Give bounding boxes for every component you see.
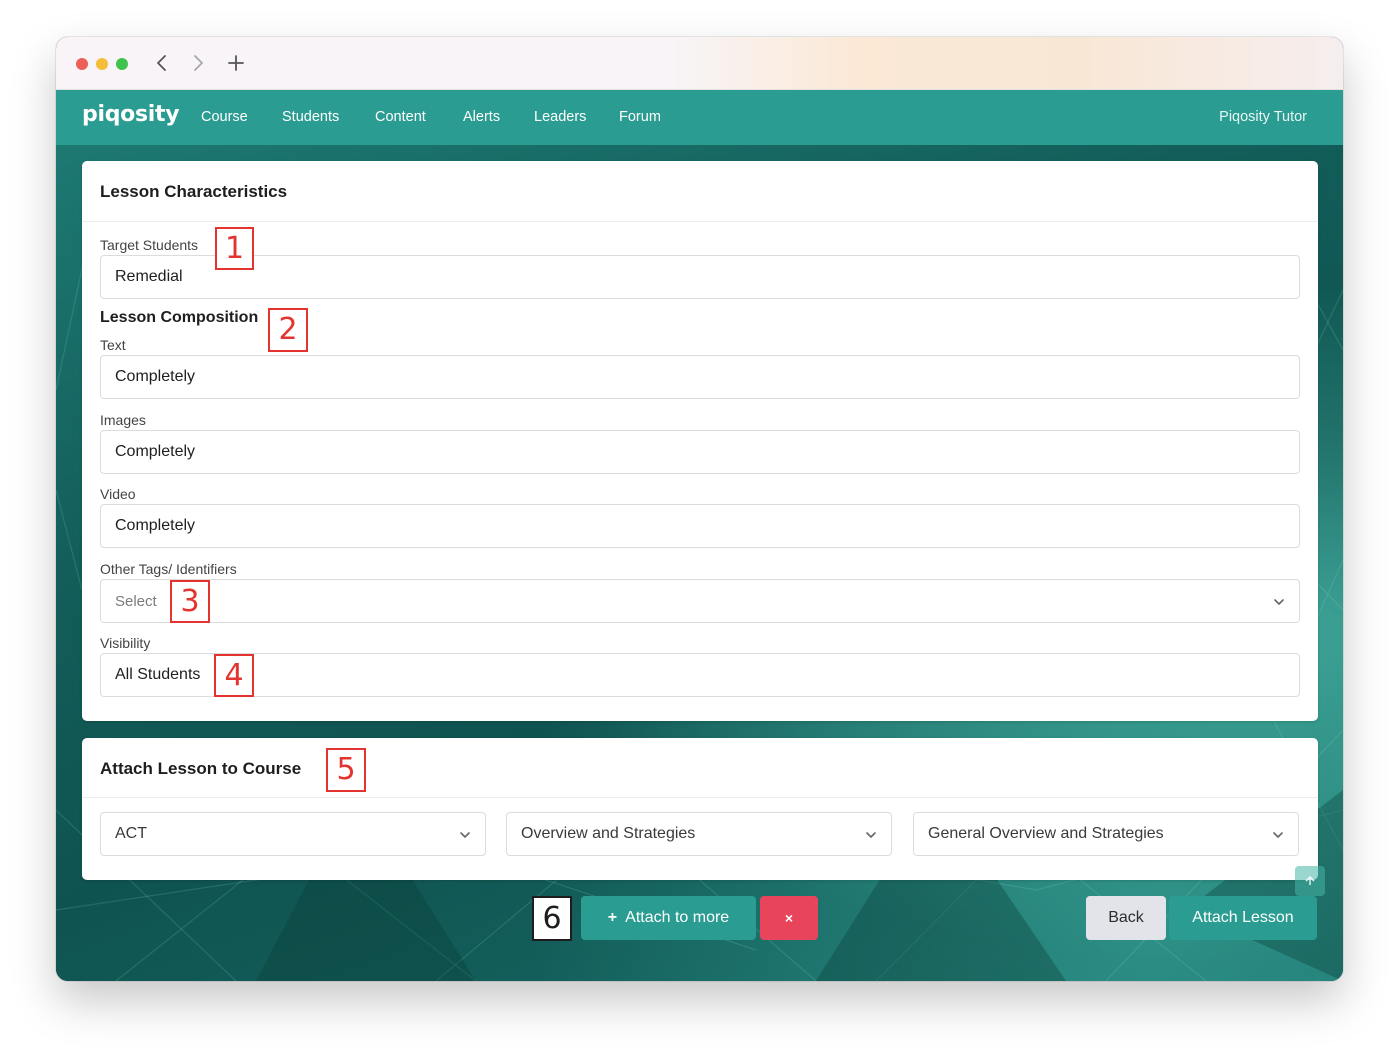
lesson-characteristics-title: Lesson Characteristics [100,182,288,201]
visibility-field[interactable]: All Students [100,653,1300,697]
annotation-marker-5: 5 [326,748,366,792]
chevron-down-icon [865,828,877,846]
attach-to-more-button[interactable]: + Attach to more [581,896,756,940]
nav-link-leaders[interactable]: Leaders [534,109,586,125]
attach-lesson-button[interactable]: Attach Lesson [1169,896,1317,940]
target-students-label: Target Students [100,237,199,253]
forward-arrow-icon[interactable] [186,51,210,75]
back-arrow-icon[interactable] [150,51,174,75]
close-window-button[interactable] [76,58,88,70]
images-composition-value: Completely [115,443,196,460]
chevron-down-icon [1273,595,1285,613]
browser-window: piqosity Course Students Content Alerts … [56,37,1343,981]
other-tags-select[interactable]: Select [100,579,1300,623]
images-label: Images [100,412,146,428]
annotation-marker-4: 4 [214,654,254,697]
top-navbar: piqosity Course Students Content Alerts … [56,90,1343,145]
attach-to-more-label: Attach to more [625,909,730,926]
course-select[interactable]: ACT [100,812,486,856]
section-select-value: General Overview and Strategies [928,825,1164,842]
course-select-value: ACT [115,825,147,842]
nav-link-content[interactable]: Content [375,109,426,125]
target-students-field[interactable]: Remedial [100,255,1300,299]
annotation-marker-1: 1 [215,227,254,270]
video-label: Video [100,486,136,502]
section-select[interactable]: General Overview and Strategies [913,812,1299,856]
visibility-value: All Students [115,666,201,683]
nav-link-students[interactable]: Students [282,109,339,125]
unit-select[interactable]: Overview and Strategies [506,812,892,856]
visibility-label: Visibility [100,635,151,651]
brand-logo[interactable]: piqosity [82,102,180,127]
arrow-up-icon [1305,875,1315,885]
close-icon: × [784,910,794,926]
card-header: Attach Lesson to Course [82,738,1318,798]
unit-select-value: Overview and Strategies [521,825,696,842]
annotation-marker-6: 6 [532,896,572,941]
other-tags-placeholder: Select [115,592,157,610]
minimize-window-button[interactable] [96,58,108,70]
page-content: piqosity Course Students Content Alerts … [56,90,1343,981]
browser-titlebar [56,37,1343,90]
remove-course-button[interactable]: × [760,896,818,940]
annotation-marker-3: 3 [170,580,210,623]
nav-link-course[interactable]: Course [201,109,248,125]
lesson-composition-heading: Lesson Composition [100,309,259,326]
attach-lesson-card: Attach Lesson to Course ACT Overview and… [82,738,1318,880]
user-menu[interactable]: Piqosity Tutor [1219,109,1307,125]
text-composition-value: Completely [115,368,196,385]
attach-lesson-title: Attach Lesson to Course [100,759,302,778]
nav-link-alerts[interactable]: Alerts [463,109,500,125]
text-composition-field[interactable]: Completely [100,355,1300,399]
video-composition-value: Completely [115,517,196,534]
plus-icon: + [607,909,618,926]
other-tags-label: Other Tags/ Identifiers [100,561,237,577]
back-button[interactable]: Back [1086,896,1166,940]
new-tab-plus-icon[interactable] [224,51,248,75]
nav-link-forum[interactable]: Forum [619,109,661,125]
images-composition-field[interactable]: Completely [100,430,1300,474]
maximize-window-button[interactable] [116,58,128,70]
chevron-down-icon [1272,828,1284,846]
lesson-characteristics-card: Lesson Characteristics Target Students R… [82,161,1318,721]
scroll-to-top-button[interactable] [1295,866,1325,896]
card-header: Lesson Characteristics [82,161,1318,222]
text-label: Text [100,337,126,353]
video-composition-field[interactable]: Completely [100,504,1300,548]
chevron-down-icon [459,828,471,846]
target-students-value: Remedial [115,268,183,285]
annotation-marker-2: 2 [268,308,308,352]
